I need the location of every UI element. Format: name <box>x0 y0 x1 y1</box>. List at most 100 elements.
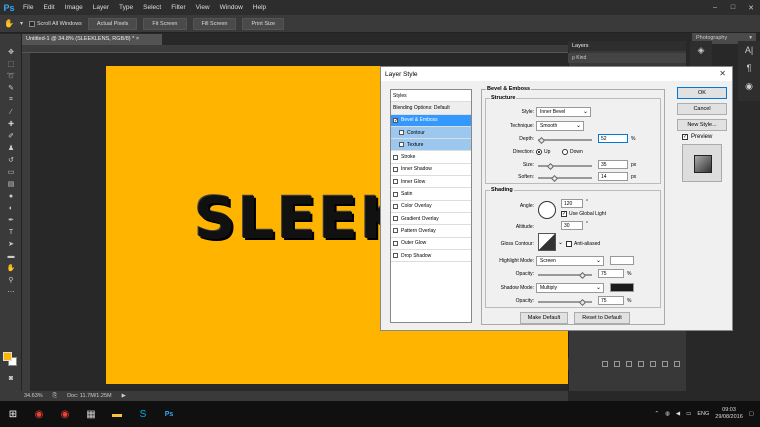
highlight-opacity-field[interactable]: 75 <box>598 269 624 278</box>
pen-tool-icon[interactable]: ✒ <box>0 214 22 226</box>
checkbox-icon[interactable] <box>393 154 398 160</box>
chevron-right-icon[interactable]: ▶ <box>122 393 126 399</box>
direction-down-radio[interactable] <box>562 149 568 155</box>
reset-to-default-button[interactable]: Reset to Default <box>574 312 630 324</box>
hand-tool-icon[interactable]: ✋ <box>4 19 14 28</box>
fx-icon[interactable] <box>614 361 620 367</box>
windows-start-icon[interactable]: ⊞ <box>0 401 26 427</box>
quick-select-tool-icon[interactable]: ✎ <box>0 82 22 94</box>
trash-icon[interactable] <box>674 361 680 367</box>
foreground-color-swatch[interactable] <box>3 352 12 361</box>
angle-field[interactable]: 120 <box>561 199 583 208</box>
chevron-up-icon[interactable]: ⌃ <box>654 411 659 417</box>
folder-icon[interactable]: ▬ <box>104 401 130 427</box>
character-panel-icon[interactable]: A| <box>738 41 760 59</box>
close-icon[interactable]: ✕ <box>742 0 760 15</box>
shadow-mode-select[interactable]: Multiply ⌄ <box>536 283 604 293</box>
type-tool-icon[interactable]: T <box>0 226 22 238</box>
style-outer-glow[interactable]: Outer Glow <box>391 238 471 250</box>
style-inner-shadow[interactable]: Inner Shadow <box>391 164 471 177</box>
blur-tool-icon[interactable]: ● <box>0 190 22 202</box>
eyedropper-tool-icon[interactable]: ⁄ <box>0 106 22 118</box>
move-tool-icon[interactable]: ✥ <box>0 46 22 58</box>
menu-view[interactable]: View <box>191 4 215 11</box>
menu-type[interactable]: Type <box>114 4 138 11</box>
angle-dial[interactable] <box>538 201 556 219</box>
close-icon[interactable]: ✕ <box>719 69 726 78</box>
new-layer-icon[interactable] <box>662 361 668 367</box>
photoshop-taskbar-icon[interactable]: Ps <box>156 401 182 427</box>
layers-panel-icon[interactable]: ◈ <box>690 41 712 59</box>
history-brush-tool-icon[interactable]: ↺ <box>0 154 22 166</box>
menu-layer[interactable]: Layer <box>88 4 114 11</box>
preview-checkbox[interactable]: ✓ <box>682 134 688 140</box>
checkbox-icon[interactable] <box>393 203 398 209</box>
brush-tool-icon[interactable]: ✐ <box>0 130 22 142</box>
tool-preset-chevron-icon[interactable]: ▾ <box>20 20 23 27</box>
dialog-titlebar[interactable]: Layer Style ✕ <box>381 67 732 81</box>
healing-tool-icon[interactable]: ✚ <box>0 118 22 130</box>
fill-screen-button[interactable]: Fill Screen <box>192 17 237 30</box>
checkbox-icon[interactable] <box>393 228 398 234</box>
checkbox-icon[interactable] <box>399 142 404 148</box>
share-icon[interactable]: ⎘ <box>53 393 57 400</box>
gradient-tool-icon[interactable]: ▤ <box>0 178 22 190</box>
size-field[interactable]: 35 <box>598 160 628 169</box>
file-manager-icon[interactable]: ▦ <box>78 401 104 427</box>
minimize-icon[interactable]: – <box>706 0 724 15</box>
checkbox-icon[interactable] <box>393 240 398 246</box>
checkbox-icon[interactable] <box>393 166 398 172</box>
style-gradient-overlay[interactable]: Gradient Overlay <box>391 213 471 226</box>
language-indicator[interactable]: ENG <box>697 411 709 417</box>
close-icon[interactable]: × <box>136 36 139 42</box>
ok-button[interactable]: OK <box>677 87 727 99</box>
bevel-style-select[interactable]: Inner Bevel ⌄ <box>536 107 591 117</box>
depth-field[interactable]: 52 <box>598 134 628 143</box>
scroll-all-windows-checkbox[interactable]: Scroll All Windows <box>28 20 82 27</box>
checkbox-checked-icon[interactable]: ✓ <box>393 117 398 123</box>
depth-slider[interactable] <box>538 139 592 141</box>
gloss-contour-picker[interactable] <box>538 233 556 251</box>
style-color-overlay[interactable]: Color Overlay <box>391 201 471 213</box>
adjustment-icon[interactable] <box>638 361 644 367</box>
menu-filter[interactable]: Filter <box>166 4 190 11</box>
style-stroke[interactable]: Stroke <box>391 151 471 164</box>
hand-tool-icon[interactable]: ✋ <box>0 262 22 274</box>
print-size-button[interactable]: Print Size <box>242 17 285 30</box>
dodge-tool-icon[interactable]: ◐ <box>0 202 22 214</box>
direction-up-radio[interactable] <box>536 149 542 155</box>
zoom-level[interactable]: 34.63% <box>24 393 43 399</box>
link-layers-icon[interactable] <box>602 361 608 367</box>
maximize-icon[interactable]: □ <box>724 0 742 15</box>
make-default-button[interactable]: Make Default <box>520 312 568 324</box>
network-icon[interactable]: ◍ <box>665 411 670 417</box>
lasso-tool-icon[interactable]: ➰ <box>0 70 22 82</box>
menu-select[interactable]: Select <box>138 4 166 11</box>
zoom-tool-icon[interactable]: ⚲ <box>0 274 22 286</box>
marquee-tool-icon[interactable]: ⬚ <box>0 58 22 70</box>
skype-icon[interactable]: S <box>130 401 156 427</box>
camera-icon[interactable]: ◉ <box>738 77 760 95</box>
new-style-button[interactable]: New Style... <box>677 119 727 131</box>
style-pattern-overlay[interactable]: Pattern Overlay <box>391 225 471 238</box>
layers-tab[interactable]: Layers <box>568 41 686 51</box>
cancel-button[interactable]: Cancel <box>677 103 727 115</box>
chevron-down-icon[interactable]: ⌄ <box>558 239 563 246</box>
document-tab[interactable]: Untitled-1 @ 34.8% (SLEEKLENS, RGB/8) * … <box>22 34 162 45</box>
shadow-color-swatch[interactable] <box>610 283 634 292</box>
highlight-color-swatch[interactable] <box>610 256 634 265</box>
style-texture[interactable]: Texture <box>391 139 471 152</box>
fit-screen-button[interactable]: Fit Screen <box>143 17 187 30</box>
crop-tool-icon[interactable]: ⌗ <box>0 94 22 106</box>
soften-slider[interactable] <box>538 177 592 179</box>
shape-tool-icon[interactable]: ▬ <box>0 250 22 262</box>
chrome-icon[interactable]: ◉ <box>26 401 52 427</box>
eraser-tool-icon[interactable]: ▭ <box>0 166 22 178</box>
folder-icon[interactable] <box>650 361 656 367</box>
highlight-mode-select[interactable]: Screen ⌄ <box>536 256 604 266</box>
shadow-opacity-field[interactable]: 75 <box>598 296 624 305</box>
soften-field[interactable]: 14 <box>598 172 628 181</box>
path-select-tool-icon[interactable]: ➤ <box>0 238 22 250</box>
style-drop-shadow[interactable]: Drop Shadow <box>391 250 471 263</box>
checkbox-icon[interactable] <box>393 253 398 258</box>
